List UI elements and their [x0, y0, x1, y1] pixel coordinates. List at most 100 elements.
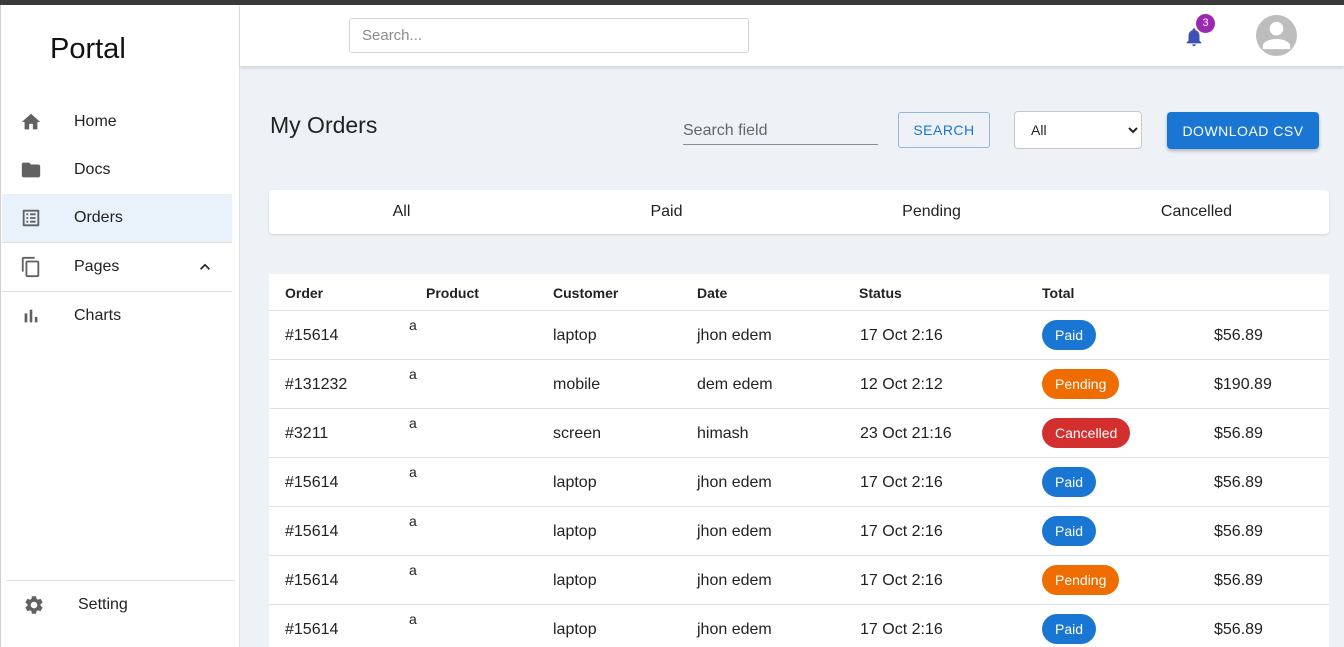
- status-badge: Cancelled: [1042, 418, 1131, 448]
- sidebar-item-label: Setting: [78, 596, 128, 613]
- sidebar-item-label: Orders: [74, 209, 123, 226]
- sidebar-item-label: Home: [74, 113, 117, 130]
- customer-cell: laptop: [553, 474, 597, 491]
- time-cell: 23 Oct 21:16: [860, 425, 952, 442]
- total-cell: $56.89: [1214, 523, 1263, 540]
- order-id-cell: #15614: [285, 327, 339, 344]
- sidebar-item-home[interactable]: Home: [2, 98, 232, 146]
- tab-all[interactable]: All: [269, 190, 534, 234]
- total-cell: $56.89: [1214, 572, 1263, 589]
- table-row[interactable]: #3211 a screen himash 23 Oct 21:16 $56.89 Canc…: [269, 409, 1329, 458]
- notification-badge: 3: [1196, 14, 1215, 33]
- sidebar-item-docs[interactable]: Docs: [2, 146, 232, 194]
- customer-cell: laptop: [553, 621, 597, 638]
- product-cell: a: [409, 611, 417, 627]
- date-cell: jhon edem: [697, 474, 772, 491]
- date-cell: jhon edem: [697, 572, 772, 589]
- bar-chart-icon: [24, 309, 38, 323]
- table-row[interactable]: #15614 a laptop jhon edem 17 Oct 2:16 $56.89 P…: [269, 507, 1329, 556]
- column-header-customer[interactable]: Customer: [553, 285, 618, 301]
- table-row[interactable]: #15614 a laptop jhon edem 17 Oct 2:16 $56.89 P…: [269, 458, 1329, 507]
- copy-icon: [21, 256, 40, 278]
- total-cell: $56.89: [1214, 621, 1263, 638]
- column-header-total[interactable]: Total: [1042, 285, 1074, 301]
- column-header-date[interactable]: Date: [697, 285, 727, 301]
- order-id-cell: #15614: [285, 474, 339, 491]
- table-row[interactable]: #131232 a mobile dem edem 12 Oct 2:12 $190.89…: [269, 360, 1329, 409]
- status-badge: Pending: [1042, 369, 1120, 399]
- product-cell: a: [409, 513, 417, 529]
- top-app-bar: 3: [240, 5, 1344, 66]
- home-icon: [21, 113, 41, 130]
- folder-icon: [21, 162, 41, 178]
- person-icon: [1262, 21, 1291, 50]
- search-button[interactable]: SEARCH: [898, 112, 990, 148]
- product-cell: a: [409, 317, 417, 333]
- gear-icon: [25, 596, 43, 614]
- chevron-up-icon[interactable]: [195, 257, 215, 277]
- total-cell: $56.89: [1214, 474, 1263, 491]
- product-cell: a: [409, 464, 417, 480]
- date-cell: dem edem: [697, 376, 773, 393]
- list-icon: [22, 209, 40, 227]
- main-content: My Orders SEARCH All DOWNLOAD CSV All Pa…: [240, 66, 1344, 647]
- order-id-cell: #15614: [285, 572, 339, 589]
- sidebar-item-charts[interactable]: Charts: [2, 292, 232, 340]
- column-header-status[interactable]: Status: [859, 285, 902, 301]
- status-badge: Paid: [1042, 516, 1097, 546]
- download-csv-button[interactable]: DOWNLOAD CSV: [1167, 112, 1319, 149]
- order-id-cell: #3211: [285, 425, 329, 442]
- product-cell: a: [409, 562, 417, 578]
- time-cell: 17 Oct 2:16: [860, 327, 943, 344]
- order-id-cell: #15614: [285, 523, 339, 540]
- time-cell: 17 Oct 2:16: [860, 621, 943, 638]
- global-search-input[interactable]: [349, 18, 749, 53]
- customer-cell: screen: [553, 425, 602, 442]
- orders-table: Order Product Customer Date Status Total…: [269, 274, 1329, 647]
- table-row[interactable]: #15614 a laptop jhon edem 17 Oct 2:16 $56.89 P…: [269, 605, 1329, 647]
- date-cell: jhon edem: [697, 523, 772, 540]
- table-row[interactable]: #15614 a laptop jhon edem 17 Oct 2:16 $56.89 P…: [269, 556, 1329, 605]
- status-tabs: All Paid Pending Cancelled: [269, 190, 1329, 234]
- date-cell: jhon edem: [697, 327, 772, 344]
- avatar[interactable]: [1256, 15, 1297, 56]
- column-header-order[interactable]: Order: [285, 285, 323, 301]
- tab-cancelled[interactable]: Cancelled: [1064, 190, 1329, 234]
- status-badge: Pending: [1042, 565, 1120, 595]
- total-cell: $56.89: [1214, 327, 1263, 344]
- customer-cell: laptop: [553, 572, 597, 589]
- total-cell: $190.89: [1214, 376, 1272, 393]
- order-search-field[interactable]: [683, 118, 878, 145]
- sidebar-item-label: Charts: [74, 307, 122, 324]
- sidebar-item-orders[interactable]: Orders: [2, 194, 232, 242]
- tab-pending[interactable]: Pending: [799, 190, 1064, 234]
- product-cell: a: [409, 415, 417, 431]
- date-cell: himash: [697, 425, 749, 442]
- status-badge: Paid: [1042, 467, 1097, 497]
- time-cell: 17 Oct 2:16: [860, 474, 943, 491]
- time-cell: 17 Oct 2:16: [860, 523, 943, 540]
- total-cell: $56.89: [1214, 425, 1263, 442]
- customer-cell: laptop: [553, 327, 597, 344]
- column-header-product[interactable]: Product: [426, 285, 479, 301]
- tab-paid[interactable]: Paid: [534, 190, 799, 234]
- sidebar-item-pages[interactable]: Pages: [2, 243, 232, 291]
- product-cell: a: [409, 366, 417, 382]
- time-cell: 17 Oct 2:16: [860, 572, 943, 589]
- status-badge: Paid: [1042, 614, 1097, 644]
- status-filter-select[interactable]: All: [1014, 111, 1142, 149]
- status-badge: Paid: [1042, 320, 1097, 350]
- order-id-cell: #15614: [285, 621, 339, 638]
- sidebar-item-setting[interactable]: Setting: [2, 581, 232, 629]
- customer-cell: mobile: [553, 376, 601, 393]
- table-header: Order Product Customer Date Status Total: [269, 274, 1329, 311]
- time-cell: 12 Oct 2:12: [860, 376, 943, 393]
- page-title: My Orders: [270, 112, 378, 138]
- brand-title: Portal: [50, 33, 126, 65]
- sidebar-item-label: Pages: [74, 258, 120, 275]
- table-row[interactable]: #15614 a laptop jhon edem 17 Oct 2:16 $56.89 P…: [269, 311, 1329, 360]
- sidebar: Portal Home Docs Orders Pages Charts Set…: [0, 5, 240, 647]
- order-id-cell: #131232: [285, 376, 348, 393]
- date-cell: jhon edem: [697, 621, 772, 638]
- sidebar-item-label: Docs: [74, 161, 111, 178]
